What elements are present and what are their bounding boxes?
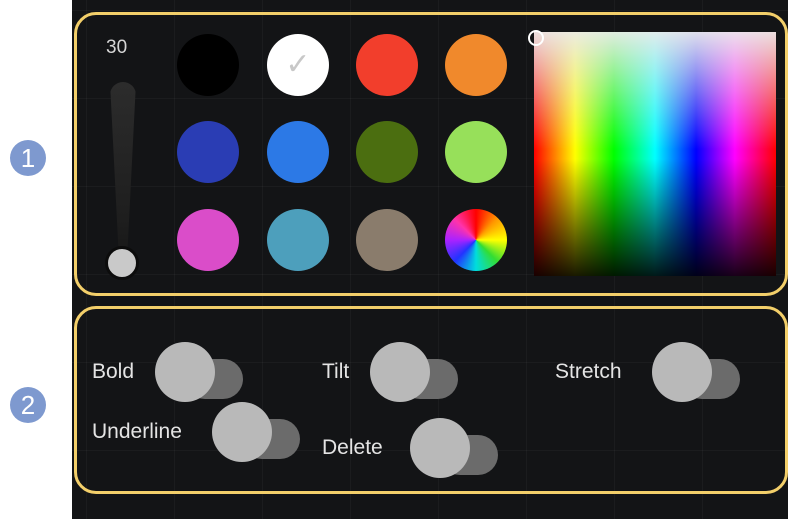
tilt-label: Tilt <box>322 360 350 383</box>
tilt-toggle-knob <box>370 342 430 402</box>
color-swatch-blue[interactable] <box>267 121 329 183</box>
color-swatch-taupe[interactable] <box>356 209 418 271</box>
color-gradient-picker[interactable] <box>534 32 776 276</box>
underline-toggle[interactable] <box>212 402 302 462</box>
color-swatch-white[interactable]: ✓ <box>267 34 329 96</box>
brush-size-slider-thumb[interactable] <box>105 246 139 280</box>
color-swatch-dark-blue[interactable] <box>177 121 239 183</box>
color-swatch-orange[interactable] <box>445 34 507 96</box>
picker-cursor-handle[interactable] <box>528 30 544 46</box>
bold-toggle-knob <box>155 342 215 402</box>
color-swatch-red[interactable] <box>356 34 418 96</box>
color-swatch-black[interactable] <box>177 34 239 96</box>
delete-toggle[interactable] <box>410 418 500 478</box>
bold-toggle[interactable] <box>155 342 245 402</box>
callout-marker-2: 2 <box>10 387 46 423</box>
color-wheel-icon[interactable] <box>445 209 507 271</box>
color-swatch-dark-green[interactable] <box>356 121 418 183</box>
color-swatch-teal[interactable] <box>267 209 329 271</box>
color-swatch-light-green[interactable] <box>445 121 507 183</box>
brush-size-value: 30 <box>106 37 128 58</box>
stretch-label: Stretch <box>555 360 622 383</box>
delete-label: Delete <box>322 436 383 459</box>
tilt-toggle[interactable] <box>370 342 460 402</box>
selected-check-icon: ✓ <box>285 48 311 81</box>
stretch-toggle-knob <box>652 342 712 402</box>
bold-label: Bold <box>92 360 135 383</box>
color-swatch-magenta[interactable] <box>177 209 239 271</box>
delete-toggle-knob <box>410 418 470 478</box>
stretch-toggle[interactable] <box>652 342 742 402</box>
underline-label: Underline <box>92 420 182 443</box>
callout-marker-1: 1 <box>10 140 46 176</box>
underline-toggle-knob <box>212 402 272 462</box>
